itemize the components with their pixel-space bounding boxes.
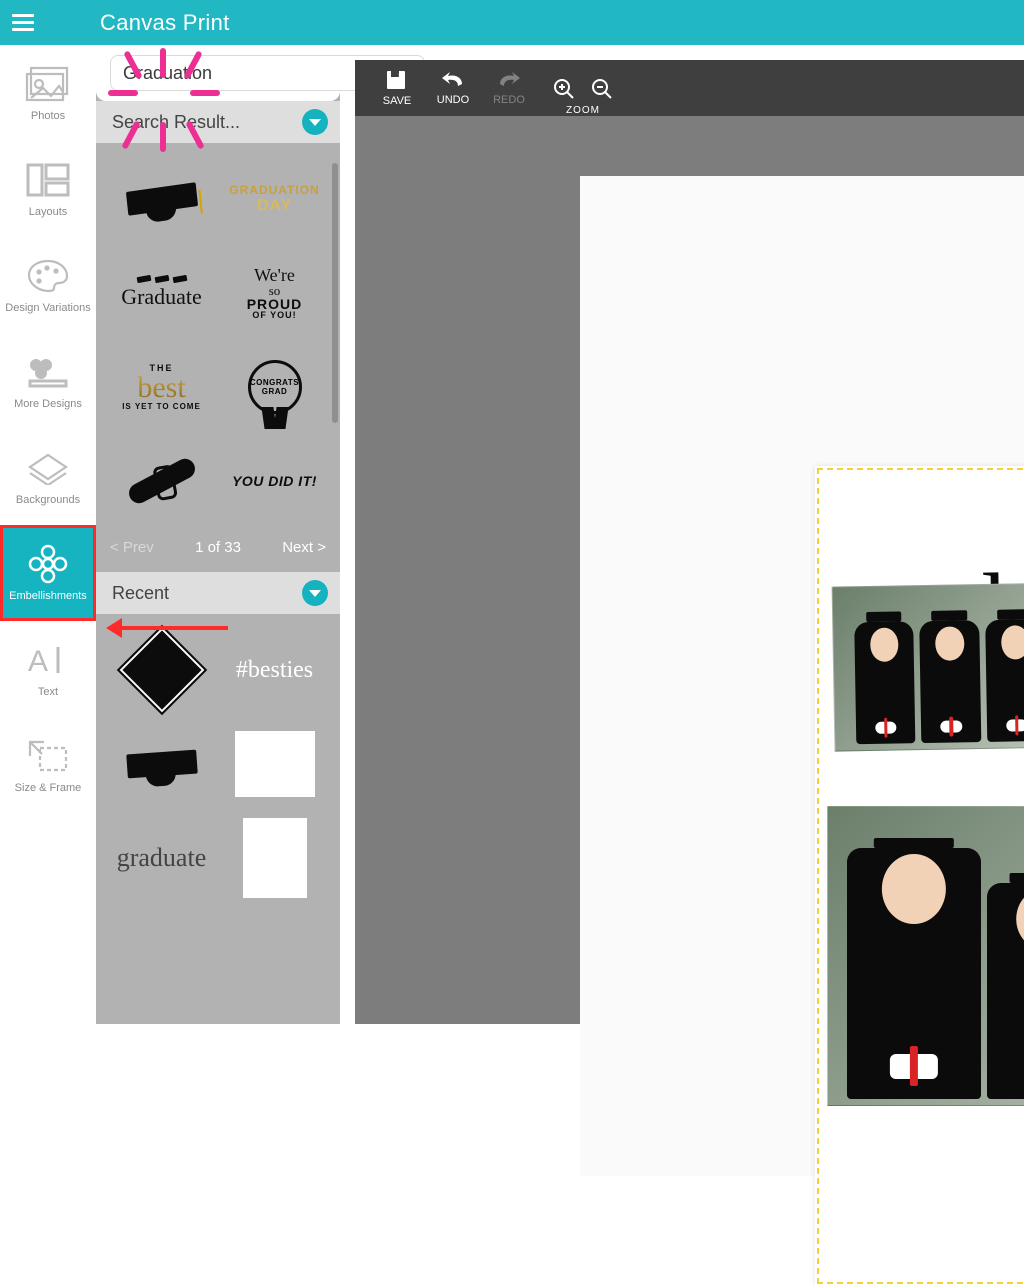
canvas-photo-2[interactable]: [827, 806, 1024, 1106]
text: DAY: [257, 197, 292, 215]
save-button[interactable]: SAVE: [369, 60, 425, 116]
rail-label: Embellishments: [7, 590, 89, 602]
prev-page[interactable]: < Prev: [110, 539, 154, 556]
embellishment-proud[interactable]: We're so PROUD OF YOU!: [225, 259, 324, 327]
redo-button[interactable]: REDO: [481, 60, 537, 116]
recent-heading: Recent: [112, 583, 169, 604]
text-icon: A: [23, 640, 73, 680]
rail-label: Text: [36, 686, 60, 698]
recent-blank-1[interactable]: [225, 730, 324, 798]
embellishment-congrats-ribbon[interactable]: CONGRATS GRAD: [225, 353, 324, 421]
pager: < Prev 1 of 33 Next >: [96, 533, 340, 572]
recent-blank-2[interactable]: [225, 824, 324, 892]
text: OF YOU!: [252, 311, 296, 320]
collapse-icon[interactable]: [302, 109, 328, 135]
collapse-icon[interactable]: [302, 580, 328, 606]
embellishment-graduation-day[interactable]: GRADUATION DAY: [225, 165, 324, 233]
label: UNDO: [437, 94, 469, 106]
workspace[interactable]: graduate: [355, 116, 1024, 1024]
panel-scrollbar[interactable]: [332, 163, 338, 423]
action-toolbar: SAVE UNDO REDO ZOOM: [355, 60, 1024, 116]
layouts-icon: [23, 160, 73, 200]
text: PROUD: [247, 297, 303, 311]
rail-embellishments[interactable]: Embellishments: [0, 525, 96, 621]
rail-label: Layouts: [27, 206, 70, 218]
rail-text[interactable]: A Text: [0, 621, 96, 717]
text: IS YET TO COME: [122, 403, 201, 411]
recent-besties[interactable]: #besties: [225, 636, 324, 704]
text: CONGRATS GRAD: [250, 378, 299, 396]
zoom-label: ZOOM: [545, 105, 621, 116]
hamburger-icon: [12, 21, 34, 24]
search-input[interactable]: [123, 63, 355, 84]
more-designs-icon: [23, 352, 73, 392]
canvas-page[interactable]: graduate: [815, 466, 1024, 1286]
flower-icon: [23, 544, 73, 584]
canvas-photo-1[interactable]: [832, 581, 1024, 751]
results-grid: GRADUATION DAY Graduate We're so PROUD O…: [96, 143, 340, 533]
text: YOU DID IT!: [232, 473, 317, 489]
recent-grid: #besties graduate: [96, 614, 340, 910]
svg-text:A: A: [28, 645, 48, 677]
palette-icon: [23, 256, 73, 296]
menu-button[interactable]: [0, 0, 45, 45]
ribbon-icon: CONGRATS GRAD: [248, 360, 302, 414]
embellishment-grad-cap[interactable]: [112, 165, 211, 233]
rail-label: Size & Frame: [13, 782, 84, 794]
label: SAVE: [383, 95, 412, 107]
embellishment-you-did-it[interactable]: YOU DID IT!: [225, 447, 324, 515]
text: GRADUATION: [229, 183, 319, 197]
rail-label: Photos: [29, 110, 67, 122]
embellishment-graduate-script[interactable]: Graduate: [112, 259, 211, 327]
recent-diamond[interactable]: [112, 636, 211, 704]
text: graduate: [117, 843, 207, 873]
backgrounds-icon: [23, 448, 73, 488]
rail-label: Backgrounds: [14, 494, 82, 506]
text: We're: [254, 266, 295, 284]
app-title: Canvas Print: [100, 10, 230, 36]
recent-cap[interactable]: [112, 730, 211, 798]
rail-design-variations[interactable]: Design Variations: [0, 237, 96, 333]
undo-button[interactable]: UNDO: [425, 60, 481, 116]
embellishment-best-yet[interactable]: THE best IS YET TO COME: [112, 353, 211, 421]
text: Graduate: [121, 284, 202, 310]
text: #besties: [236, 657, 313, 684]
text: best: [137, 373, 185, 403]
rail-label: More Designs: [12, 398, 84, 410]
size-frame-icon: [23, 736, 73, 776]
rail-label: Design Variations: [3, 302, 92, 314]
recent-graduate-script[interactable]: graduate: [112, 824, 211, 892]
embellishments-panel: ✕ Search Result... GRADUATION DAY Gradua…: [96, 45, 340, 1024]
embellishment-diploma[interactable]: [112, 447, 211, 515]
label: REDO: [493, 94, 525, 106]
recent-header[interactable]: Recent: [96, 572, 340, 614]
rail-size-frame[interactable]: Size & Frame: [0, 717, 96, 813]
tool-rail: Photos Layouts Design Variations More De…: [0, 45, 96, 1024]
app-header: Canvas Print: [0, 0, 1024, 45]
rail-more-designs[interactable]: More Designs: [0, 333, 96, 429]
next-page[interactable]: Next >: [282, 539, 326, 556]
rail-photos[interactable]: Photos: [0, 45, 96, 141]
page-position: 1 of 33: [195, 539, 241, 556]
rail-backgrounds[interactable]: Backgrounds: [0, 429, 96, 525]
annotation-arrow: [120, 626, 228, 630]
photos-icon: [23, 64, 73, 104]
rail-layouts[interactable]: Layouts: [0, 141, 96, 237]
